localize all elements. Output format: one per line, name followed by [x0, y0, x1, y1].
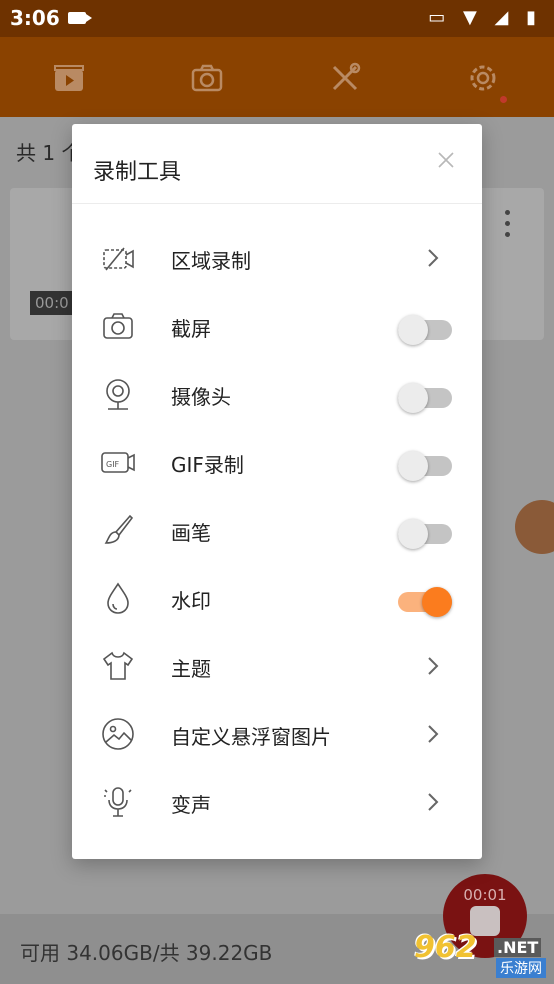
menu-item-label: 水印	[171, 589, 211, 613]
menu-item-label: GIF录制	[171, 453, 244, 477]
camera-tab-icon[interactable]	[190, 61, 224, 95]
menu-item-label: 摄像头	[171, 385, 231, 409]
menu-item-label: 截屏	[171, 317, 211, 341]
video-duration: 00:0	[30, 291, 75, 315]
menu-item-label: 区域录制	[171, 249, 251, 273]
status-time: 3:06	[10, 6, 60, 30]
dialog-title: 录制工具	[93, 160, 182, 185]
menu-item-screenshot[interactable]: 截屏	[72, 292, 482, 360]
menu-item-label: 变声	[171, 793, 211, 817]
camera-icon	[100, 308, 136, 344]
image-icon	[100, 716, 136, 752]
gif-toggle[interactable]	[398, 451, 452, 481]
status-bar: 3:06 ▭ ▼ ◢ ▮	[0, 0, 554, 37]
menu-item-label: 自定义悬浮窗图片	[171, 725, 331, 749]
watermark-net: .NET	[494, 938, 542, 957]
tools-tab-icon[interactable]	[328, 61, 362, 95]
area-record-icon	[100, 240, 136, 276]
close-icon[interactable]	[434, 148, 458, 172]
brush-toggle[interactable]	[398, 519, 452, 549]
dialog-divider	[72, 203, 482, 204]
menu-item-theme[interactable]: 主题	[72, 632, 482, 700]
tshirt-icon	[100, 648, 136, 684]
brush-icon	[100, 512, 136, 548]
floating-ball[interactable]	[515, 500, 554, 554]
menu-item-watermark[interactable]: 水印	[72, 564, 482, 632]
menu-item-webcam[interactable]: 摄像头	[72, 360, 482, 428]
chevron-right-icon	[424, 654, 442, 678]
water-drop-icon	[100, 580, 136, 616]
more-options-icon[interactable]	[505, 210, 513, 243]
watermark-main: 962	[414, 930, 477, 965]
watermark-toggle[interactable]	[398, 587, 452, 617]
record-time: 00:01	[463, 886, 507, 904]
menu-item-float-image[interactable]: 自定义悬浮窗图片	[72, 700, 482, 768]
screenshot-toggle[interactable]	[398, 315, 452, 345]
svg-text:GIF: GIF	[106, 460, 120, 469]
site-watermark: 962 .NET 乐游网	[414, 930, 550, 982]
system-status-icons: ▭ ▼ ◢ ▮	[428, 7, 542, 28]
webcam-icon	[100, 376, 136, 412]
chevron-right-icon	[424, 246, 442, 270]
chevron-right-icon	[424, 722, 442, 746]
menu-item-area-record[interactable]: 区域录制	[72, 224, 482, 292]
webcam-toggle[interactable]	[398, 383, 452, 413]
menu-item-label: 画笔	[171, 521, 211, 545]
menu-item-brush[interactable]: 画笔	[72, 496, 482, 564]
top-tab-bar	[0, 37, 554, 117]
menu-item-label: 主题	[171, 657, 211, 681]
menu-item-voice-changer[interactable]: 变声	[72, 768, 482, 836]
record-tools-dialog: 录制工具 区域录制 截屏 摄像头 GIF GIF录制 画笔 水印 主题 自定义悬…	[72, 124, 482, 859]
settings-tab-icon[interactable]	[466, 61, 500, 95]
voice-changer-icon	[100, 784, 136, 820]
gif-icon: GIF	[100, 444, 136, 480]
watermark-sub: 乐游网	[496, 958, 546, 978]
screen-record-indicator-icon	[68, 12, 92, 24]
video-tab-icon[interactable]	[52, 61, 86, 95]
settings-badge	[500, 96, 507, 103]
menu-item-gif-record[interactable]: GIF GIF录制	[72, 428, 482, 496]
chevron-right-icon	[424, 790, 442, 814]
storage-info: 可用 34.06GB/共 39.22GB	[20, 941, 273, 965]
